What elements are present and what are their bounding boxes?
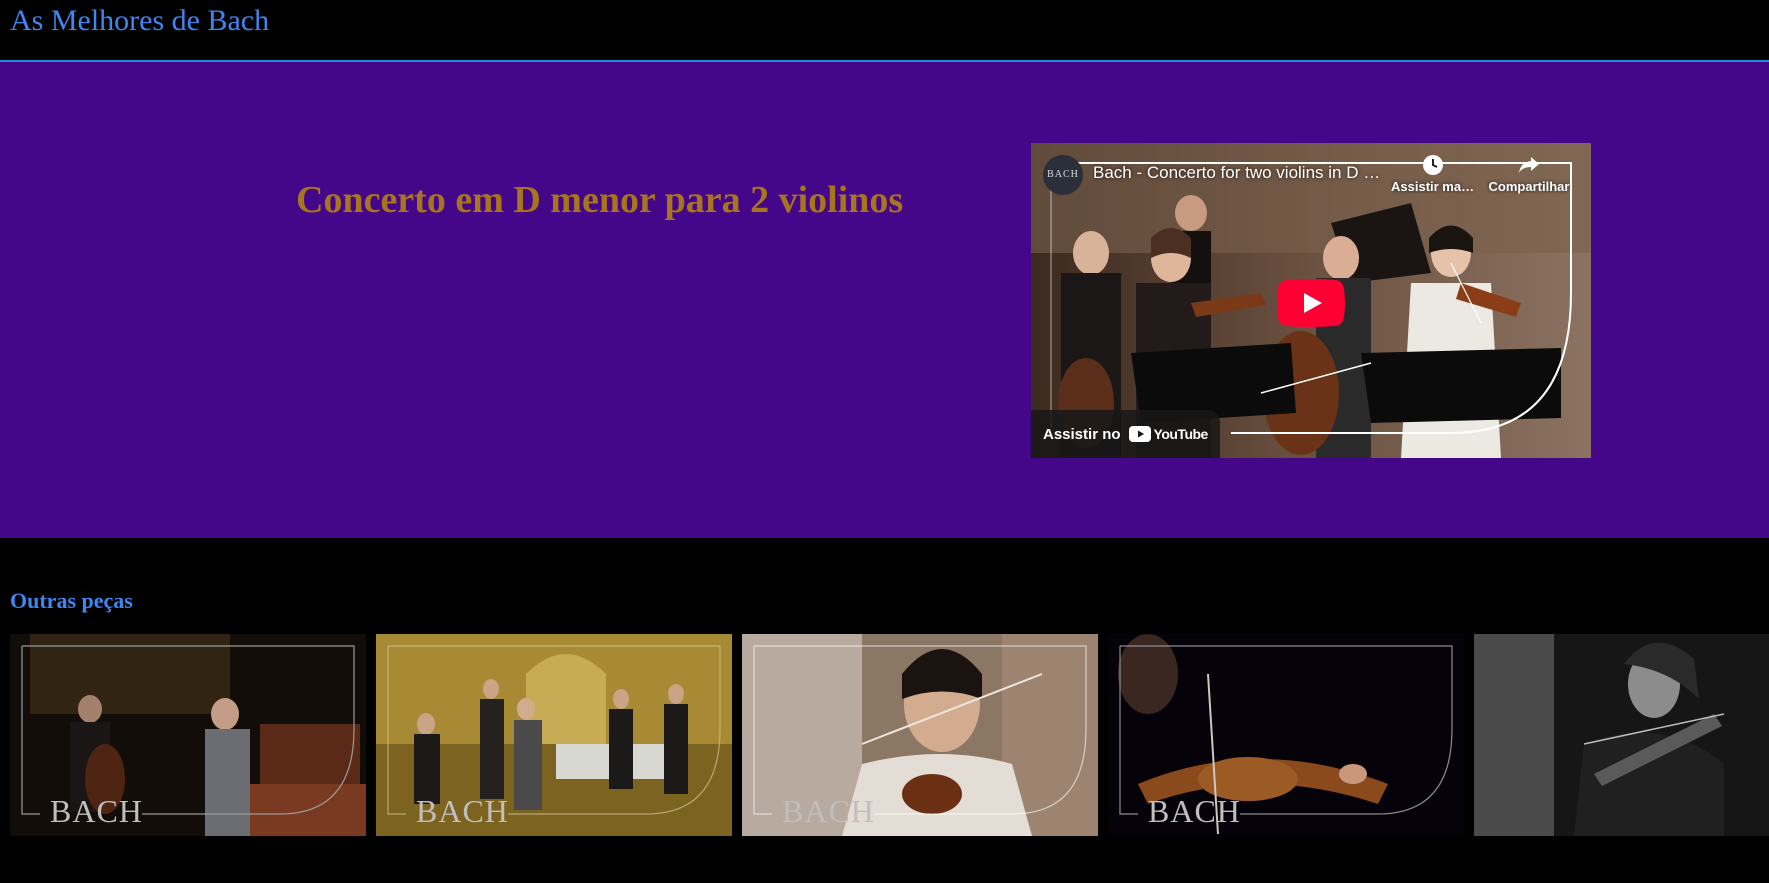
other-pieces-heading: Outras peças	[10, 588, 133, 613]
featured-piece-title: Concerto em D menor para 2 violinos	[296, 179, 904, 221]
thumbnail-3[interactable]: BACH	[742, 634, 1098, 836]
play-button[interactable]	[1277, 279, 1345, 327]
youtube-logo-icon: YouTube	[1128, 426, 1209, 442]
watch-later-label: Assistir mais tarde	[1391, 179, 1475, 194]
site-header: As Melhores de Bach	[0, 0, 1769, 62]
watch-on-label: Assistir no	[1043, 425, 1121, 443]
thumbnail-1[interactable]: BACH	[10, 634, 366, 836]
clock-icon	[1391, 153, 1475, 179]
thumbnail-2[interactable]: BACH	[376, 634, 732, 836]
watch-later-button[interactable]: Assistir mais tarde	[1391, 153, 1475, 194]
thumbnail-logo: BACH	[782, 793, 875, 829]
thumbnail-logo: BACH	[416, 793, 509, 829]
share-label: Compartilhar	[1488, 179, 1570, 194]
site-title[interactable]: As Melhores de Bach	[10, 4, 269, 38]
featured-section: Concerto em D menor para 2 violinos BACH…	[0, 62, 1769, 538]
thumbnail-logo: BACH	[1148, 793, 1241, 829]
thumbnail-logo: BACH	[50, 793, 143, 829]
other-pieces-list: BACH BACH BACH BACH	[10, 634, 1769, 836]
youtube-embed[interactable]: BACH Bach - Concerto for two violins in …	[1031, 143, 1591, 458]
share-icon	[1487, 153, 1571, 179]
channel-avatar[interactable]: BACH	[1043, 155, 1083, 195]
youtube-label: YouTube	[1153, 426, 1209, 442]
thumbnail-4[interactable]: BACH	[1108, 634, 1464, 836]
thumbnail-5[interactable]	[1474, 634, 1769, 836]
play-icon	[1277, 279, 1345, 327]
watch-on-youtube-button[interactable]: Assistir no YouTube	[1031, 410, 1220, 458]
share-button[interactable]: Compartilhar	[1487, 153, 1571, 194]
video-title[interactable]: Bach - Concerto for two violins in D min…	[1093, 163, 1383, 183]
